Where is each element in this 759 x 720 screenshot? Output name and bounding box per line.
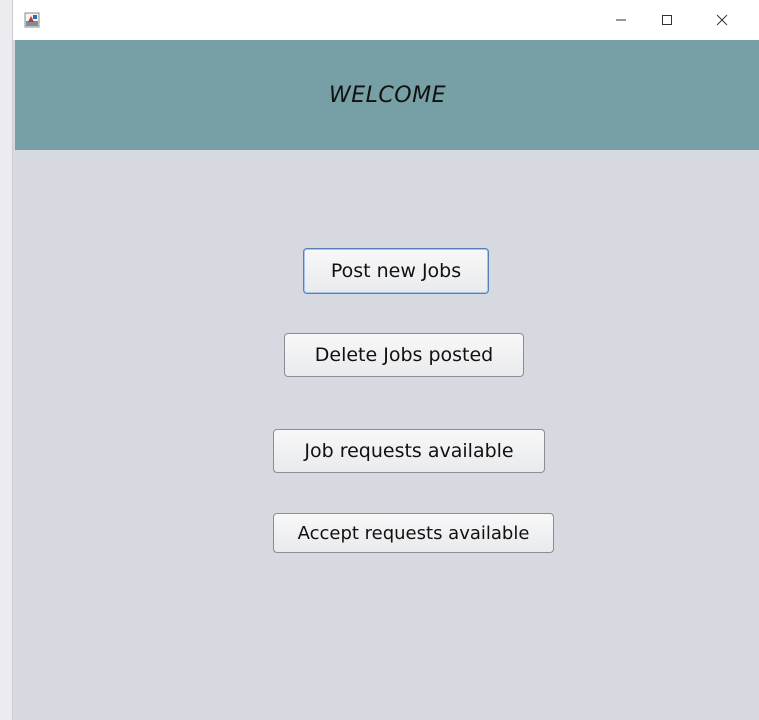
close-button[interactable] — [699, 0, 745, 40]
minimize-button[interactable] — [598, 0, 644, 40]
main-panel: Post new Jobs Delete Jobs posted Job req… — [15, 150, 759, 720]
accept-requests-button[interactable]: Accept requests available — [273, 513, 554, 553]
java-app-icon — [24, 12, 40, 28]
close-icon — [716, 11, 728, 30]
app-window: WELCOME Post new Jobs Delete Jobs posted… — [12, 0, 759, 720]
title-bar[interactable] — [13, 0, 759, 40]
maximize-icon — [661, 11, 673, 30]
delete-jobs-button[interactable]: Delete Jobs posted — [284, 333, 524, 377]
maximize-button[interactable] — [644, 0, 690, 40]
welcome-header: WELCOME — [15, 40, 759, 150]
page-title: WELCOME — [329, 82, 446, 108]
post-new-jobs-button[interactable]: Post new Jobs — [303, 248, 489, 294]
desktop-edge — [0, 0, 12, 720]
minimize-icon — [615, 11, 627, 30]
job-requests-button[interactable]: Job requests available — [273, 429, 545, 473]
